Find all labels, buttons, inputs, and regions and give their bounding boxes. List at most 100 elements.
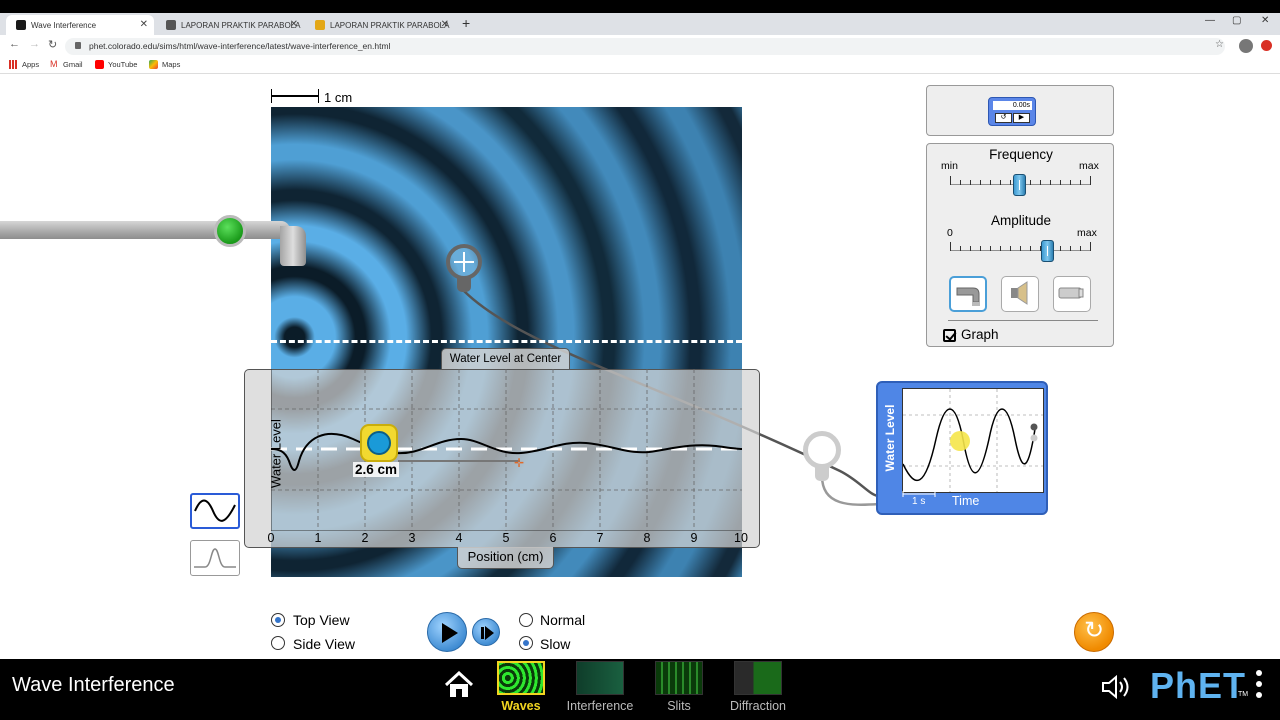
screen-slits-button[interactable]: Slits <box>644 661 714 717</box>
bookmark-label: Apps <box>22 60 40 69</box>
wave-meter-scope[interactable]: Water Level 1 s Time <box>876 381 1048 515</box>
screen-label: Waves <box>501 699 541 713</box>
bookmark-youtube[interactable]: YouTube <box>95 60 137 69</box>
scope-xlabel: Time <box>952 494 980 508</box>
screen: Wave Interference ✕ LAPORAN PRAKTIK PARA… <box>0 0 1280 720</box>
minimize-icon[interactable]: — <box>1205 15 1215 26</box>
phet-navbar: Wave Interference Waves Interference Sli… <box>0 659 1280 720</box>
extension-icon[interactable] <box>1261 40 1272 51</box>
sound-scene-button[interactable] <box>1001 276 1039 312</box>
stopwatch-reset-icon[interactable]: ↺ <box>995 113 1012 123</box>
tab-title: LAPORAN PRAKTIK PARABOLA <box>181 20 301 30</box>
phet-logo[interactable]: PhET <box>1150 665 1246 707</box>
x-tick: 7 <box>596 531 604 545</box>
window-close-icon[interactable]: ✕ <box>1261 15 1269 26</box>
graph-title: Water Level at Center <box>441 348 570 369</box>
sim-title: Wave Interference <box>12 674 175 696</box>
panel-divider <box>948 320 1098 321</box>
speaker-icon <box>1011 281 1028 305</box>
graph-checkbox-label: Graph <box>961 327 999 342</box>
step-forward-button[interactable] <box>472 618 500 646</box>
screen-label: Diffraction <box>729 699 787 713</box>
new-tab-button[interactable]: + <box>462 15 470 31</box>
maximize-icon[interactable]: ▢ <box>1232 15 1241 26</box>
frequency-slider-thumb[interactable] <box>1012 174 1026 196</box>
tab-wave-interference[interactable]: Wave Interference ✕ <box>6 15 154 35</box>
amplitude-slider-thumb[interactable] <box>1040 240 1054 262</box>
screen-waves-button[interactable]: Waves <box>486 661 556 717</box>
stopwatch[interactable]: 0.00s ↺ ▶ <box>988 97 1036 126</box>
play-pause-button[interactable] <box>427 612 467 652</box>
x-tick: 6 <box>549 531 557 545</box>
scale-label: 1 cm <box>324 90 353 105</box>
scope-screen <box>902 388 1044 493</box>
forward-arrow-icon[interactable]: → <box>29 38 40 50</box>
faucet-on-button[interactable] <box>214 215 246 247</box>
doc-favicon-icon <box>315 20 325 30</box>
address-row: ← → ↻ phet.colorado.edu/sims/html/wave-i… <box>0 35 1280 57</box>
slow-speed-radio[interactable] <box>519 636 533 650</box>
scope-probe[interactable] <box>803 431 841 485</box>
pulse-wave-button[interactable] <box>190 540 240 576</box>
normal-speed-label: Normal <box>540 612 586 628</box>
screen-label: Slits <box>667 699 691 713</box>
screen-diffraction-button[interactable]: Diffraction <box>723 661 793 717</box>
stopwatch-play-icon[interactable]: ▶ <box>1013 113 1030 123</box>
light-scene-button[interactable] <box>1053 276 1091 312</box>
apps-grid-icon <box>9 60 18 69</box>
bookmarks-bar: Apps M Gmail YouTube Maps <box>0 57 1280 74</box>
scope-scale-label: 1 s <box>912 496 926 507</box>
water-scene-button[interactable] <box>949 276 987 312</box>
normal-speed-radio[interactable] <box>519 613 533 627</box>
bookmark-apps[interactable]: Apps <box>9 60 39 69</box>
reset-all-button[interactable]: ↻ <box>1074 612 1114 652</box>
x-tick: 8 <box>643 531 651 545</box>
sim-area: 1 cm Water Level at Center Position (cm) <box>0 76 1280 659</box>
frequency-max-label: max <box>1079 160 1099 172</box>
x-tick: 2 <box>361 531 369 545</box>
top-view-radio[interactable] <box>271 613 285 627</box>
reload-icon[interactable]: ↻ <box>48 38 57 51</box>
pulse-wave-icon <box>194 548 236 568</box>
graph-ylabel: Water Level <box>268 419 284 488</box>
continuous-wave-button[interactable] <box>190 493 240 529</box>
back-arrow-icon[interactable]: ← <box>9 38 20 50</box>
phet-trademark: TM <box>1238 691 1249 698</box>
audio-speaker-icon[interactable] <box>1101 672 1135 702</box>
screen-interference-button[interactable]: Interference <box>565 661 635 717</box>
x-tick: 3 <box>408 531 416 545</box>
url-text: phet.colorado.edu/sims/html/wave-interfe… <box>89 41 391 51</box>
doc-favicon-icon <box>166 20 176 30</box>
profile-avatar-icon[interactable] <box>1239 39 1253 53</box>
bookmark-label: Gmail <box>63 60 83 69</box>
side-view-radio[interactable] <box>271 636 285 650</box>
bookmark-star-icon[interactable]: ☆ <box>1215 39 1224 50</box>
youtube-icon <box>95 60 104 69</box>
wave-probe-sensor[interactable] <box>446 244 482 292</box>
side-view-label: Side View <box>293 636 356 652</box>
tape-measure[interactable] <box>360 424 398 462</box>
close-tab-icon[interactable]: ✕ <box>290 19 298 30</box>
scale-bar <box>271 89 319 103</box>
x-tick: 0 <box>267 531 275 545</box>
bookmark-maps[interactable]: Maps <box>149 60 180 69</box>
screen-label: Interference <box>566 699 634 713</box>
lock-icon <box>75 42 81 49</box>
tab-laporan-1[interactable]: LAPORAN PRAKTIK PARABOLA ✕ <box>156 15 304 35</box>
top-strip <box>0 0 1280 13</box>
home-icon[interactable] <box>444 671 474 699</box>
close-tab-icon[interactable]: ✕ <box>441 19 449 30</box>
close-tab-icon[interactable]: ✕ <box>140 19 148 30</box>
bookmark-label: Maps <box>162 60 181 69</box>
tab-title: Wave Interference <box>31 20 97 30</box>
interference-screen-icon <box>576 661 624 695</box>
slow-speed-label: Slow <box>540 636 571 652</box>
address-bar[interactable]: phet.colorado.edu/sims/html/wave-interfe… <box>65 38 1225 55</box>
water-faucet-icon <box>956 287 980 306</box>
slits-screen-icon <box>655 661 703 695</box>
tape-measure-end-icon[interactable]: ✛ <box>514 456 524 470</box>
graph-checkbox[interactable] <box>943 329 956 342</box>
tab-laporan-2[interactable]: LAPORAN PRAKTIK PARABOLA ✕ <box>305 15 455 35</box>
phet-menu-icon[interactable] <box>1256 670 1262 703</box>
bookmark-gmail[interactable]: M Gmail <box>50 60 83 70</box>
